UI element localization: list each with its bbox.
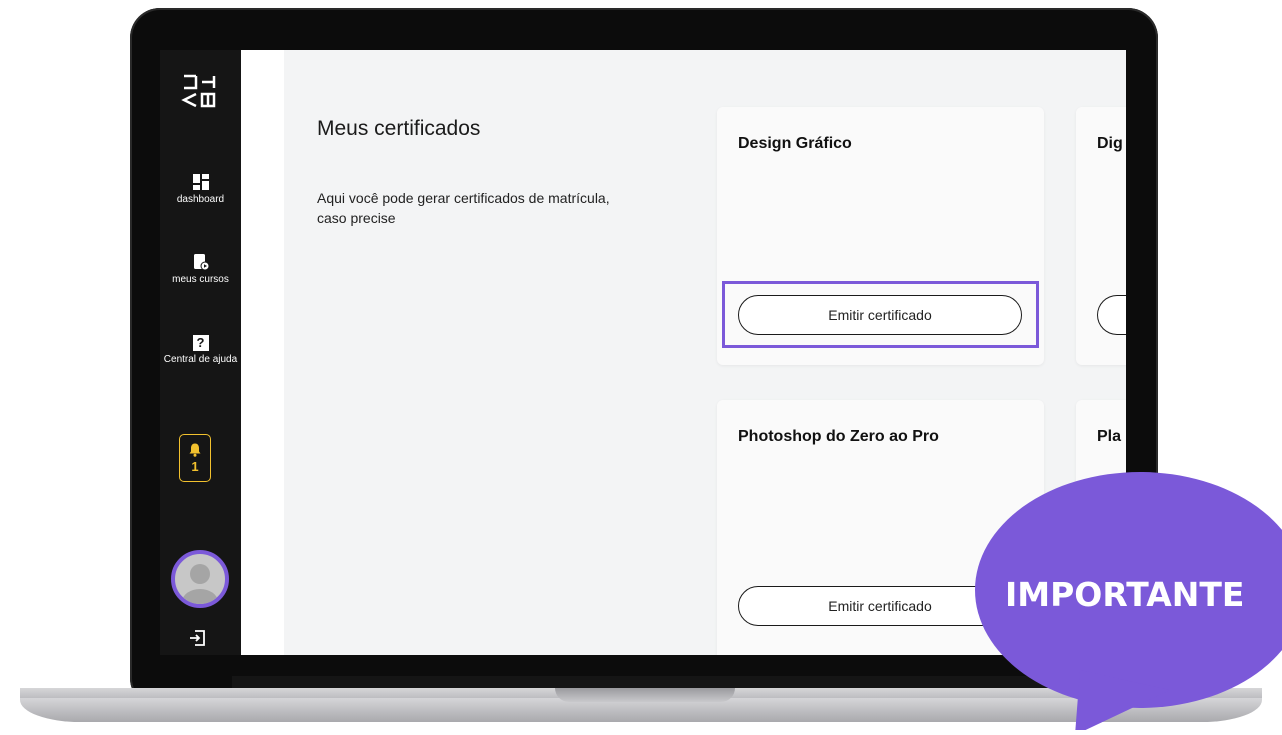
logo[interactable] bbox=[180, 68, 220, 116]
user-avatar-icon bbox=[182, 564, 218, 604]
page-title: Meus certificados bbox=[317, 117, 481, 140]
logout-icon bbox=[190, 630, 205, 646]
important-label: IMPORTANTE bbox=[1005, 575, 1245, 614]
emit-certificate-button[interactable] bbox=[1097, 295, 1126, 335]
sidebar-item-meus-cursos[interactable]: meus cursos bbox=[160, 253, 241, 285]
courses-icon bbox=[193, 254, 209, 271]
avatar[interactable] bbox=[171, 550, 229, 608]
laptop-notch bbox=[555, 688, 735, 702]
page-description: Aqui você pode gerar certificados de mat… bbox=[317, 190, 610, 226]
logo-mark-icon bbox=[181, 74, 216, 108]
help-glyph: ? bbox=[196, 335, 205, 350]
card-title: Photoshop do Zero ao Pro bbox=[738, 428, 939, 445]
bell-icon bbox=[189, 443, 201, 457]
notification-count: 1 bbox=[191, 459, 199, 474]
card-title: Dig bbox=[1097, 135, 1123, 152]
sidebar-item-label: Central de ajuda bbox=[163, 354, 238, 365]
content-gutter bbox=[241, 50, 284, 655]
card-title: Design Gráfico bbox=[738, 135, 852, 152]
card-title: Pla bbox=[1097, 428, 1122, 445]
logout-button[interactable] bbox=[188, 628, 212, 652]
certificate-card: Dig bbox=[1076, 107, 1126, 365]
highlight-box bbox=[722, 281, 1039, 348]
help-icon: ? bbox=[192, 335, 209, 351]
dashboard-icon bbox=[192, 174, 209, 190]
sidebar-item-central-de-ajuda[interactable]: ? Central de ajuda bbox=[160, 335, 241, 365]
sidebar-item-dashboard[interactable]: dashboard bbox=[160, 173, 241, 205]
sidebar: dashboard meus cursos ? Central de ajuda… bbox=[160, 50, 241, 655]
sidebar-item-label: dashboard bbox=[176, 194, 225, 205]
sidebar-item-label: meus cursos bbox=[172, 274, 229, 285]
notifications-button[interactable]: 1 bbox=[179, 434, 211, 482]
